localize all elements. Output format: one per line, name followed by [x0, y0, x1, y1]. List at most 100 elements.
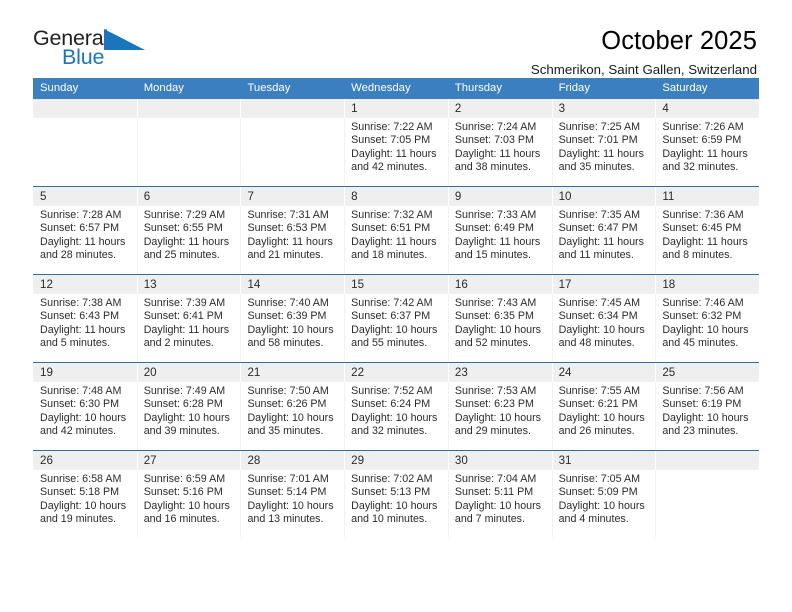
day-cell-10[interactable]: Sunrise: 7:35 AM Sunset: 6:47 PM Daylight:… — [551, 206, 656, 274]
day-cell-27[interactable]: Sunrise: 6:59 AM Sunset: 5:16 PM Daylight:… — [136, 470, 241, 538]
day-cell-23[interactable]: Sunrise: 7:53 AM Sunset: 6:23 PM Daylight:… — [447, 382, 552, 450]
day-detail-line: Daylight: 11 hours — [247, 235, 333, 248]
day-number-7[interactable]: 7 — [240, 187, 344, 206]
day-cell-3[interactable]: Sunrise: 7:25 AM Sunset: 7:01 PM Daylight:… — [551, 118, 656, 186]
day-number-19[interactable]: 19 — [33, 363, 137, 382]
day-number-14[interactable]: 14 — [240, 275, 344, 294]
brand-name-blue: Blue — [62, 45, 105, 69]
day-cell-5[interactable]: Sunrise: 7:28 AM Sunset: 6:57 PM Daylight:… — [33, 206, 137, 274]
day-number-28[interactable]: 28 — [240, 451, 344, 470]
day-detail-line: Sunrise: 7:38 AM — [40, 297, 122, 309]
day-cell-empty — [655, 470, 759, 538]
day-number-11[interactable]: 11 — [655, 187, 759, 206]
day-number-4[interactable]: 4 — [655, 99, 759, 118]
day-detail-line: and 58 minutes. — [247, 337, 324, 350]
day-cell-30[interactable]: Sunrise: 7:04 AM Sunset: 5:11 PM Daylight:… — [447, 470, 552, 538]
day-number-29[interactable]: 29 — [344, 451, 448, 470]
day-cell-11[interactable]: Sunrise: 7:36 AM Sunset: 6:45 PM Daylight:… — [655, 206, 759, 274]
calendar-page: General Blue October 2025 Schmerikon, Sa… — [0, 0, 792, 612]
day-detail-line: and 28 minutes. — [40, 249, 117, 262]
day-number-10[interactable]: 10 — [551, 187, 656, 206]
day-cell-29[interactable]: Sunrise: 7:02 AM Sunset: 5:13 PM Daylight:… — [344, 470, 448, 538]
day-detail-line: Sunrise: 7:35 AM — [558, 209, 640, 221]
day-number-5[interactable]: 5 — [33, 187, 137, 206]
day-number-9[interactable]: 9 — [447, 187, 552, 206]
day-cell-24[interactable]: Sunrise: 7:55 AM Sunset: 6:21 PM Daylight:… — [551, 382, 656, 450]
day-cell-21[interactable]: Sunrise: 7:50 AM Sunset: 6:26 PM Daylight:… — [240, 382, 344, 450]
day-cell-1[interactable]: Sunrise: 7:22 AM Sunset: 7:05 PM Daylight:… — [344, 118, 448, 186]
day-number-21[interactable]: 21 — [240, 363, 344, 382]
day-number-12[interactable]: 12 — [33, 275, 137, 294]
day-number-30[interactable]: 30 — [447, 451, 552, 470]
day-detail-line: and 23 minutes. — [662, 425, 739, 438]
day-detail-line: Sunrise: 7:53 AM — [454, 385, 537, 397]
day-detail-line: Sunrise: 7:46 AM — [662, 297, 744, 309]
day-number-2[interactable]: 2 — [447, 99, 552, 118]
day-cell-6[interactable]: Sunrise: 7:29 AM Sunset: 6:55 PM Daylight:… — [136, 206, 241, 274]
day-cell-12[interactable]: Sunrise: 7:38 AM Sunset: 6:43 PM Daylight:… — [33, 294, 137, 362]
week-row: 5 6 7 8 9 10 11 Sunrise: 7:28 AM Sunset: 6:57 PM… — [33, 186, 759, 274]
week-row: 12 13 14 15 16 17 18 Sunrise: 7:38 AM Sunset: 6:… — [33, 274, 759, 362]
day-cell-18[interactable]: Sunrise: 7:46 AM Sunset: 6:32 PM Daylight:… — [655, 294, 759, 362]
day-cell-8[interactable]: Sunrise: 7:32 AM Sunset: 6:51 PM Daylight:… — [344, 206, 448, 274]
day-detail-line: and 35 minutes. — [247, 425, 324, 438]
day-cell-4[interactable]: Sunrise: 7:26 AM Sunset: 6:59 PM Daylight:… — [655, 118, 759, 186]
day-cell-26[interactable]: Sunrise: 6:58 AM Sunset: 5:18 PM Daylight:… — [33, 470, 137, 538]
day-number-24[interactable]: 24 — [551, 363, 656, 382]
day-detail-line: Daylight: 11 hours — [351, 147, 437, 160]
day-detail-line: Sunrise: 7:31 AM — [247, 209, 329, 221]
day-cell-20[interactable]: Sunrise: 7:49 AM Sunset: 6:28 PM Daylight:… — [136, 382, 241, 450]
day-cell-13[interactable]: Sunrise: 7:39 AM Sunset: 6:41 PM Daylight:… — [136, 294, 241, 362]
day-detail-line: Sunrise: 6:58 AM — [40, 473, 122, 485]
day-cell-28[interactable]: Sunrise: 7:01 AM Sunset: 5:14 PM Daylight:… — [240, 470, 344, 538]
day-detail-line: Sunset: 6:23 PM — [454, 398, 534, 411]
day-detail-line: Sunset: 6:43 PM — [40, 310, 120, 323]
day-number-13[interactable]: 13 — [136, 275, 241, 294]
title-block: October 2025 Schmerikon, Saint Gallen, S… — [531, 26, 759, 80]
day-number-3[interactable]: 3 — [551, 99, 656, 118]
day-cell-2[interactable]: Sunrise: 7:24 AM Sunset: 7:03 PM Daylight:… — [447, 118, 552, 186]
day-number-25[interactable]: 25 — [655, 363, 759, 382]
day-detail-line: and 42 minutes. — [351, 161, 428, 174]
day-detail-line: and 38 minutes. — [454, 161, 531, 174]
day-number-8[interactable]: 8 — [344, 187, 448, 206]
day-number-22[interactable]: 22 — [344, 363, 448, 382]
day-cell-16[interactable]: Sunrise: 7:43 AM Sunset: 6:35 PM Daylight:… — [447, 294, 552, 362]
day-detail-line: Daylight: 10 hours — [558, 411, 645, 424]
day-cell-25[interactable]: Sunrise: 7:56 AM Sunset: 6:19 PM Daylight:… — [655, 382, 759, 450]
day-detail-line: and 10 minutes. — [351, 513, 428, 526]
day-detail-line: Daylight: 10 hours — [40, 499, 127, 512]
day-number-6[interactable]: 6 — [136, 187, 241, 206]
day-cell-19[interactable]: Sunrise: 7:48 AM Sunset: 6:30 PM Daylight:… — [33, 382, 137, 450]
day-number-18[interactable]: 18 — [655, 275, 759, 294]
day-number-31[interactable]: 31 — [551, 451, 656, 470]
brand-logo[interactable]: General Blue — [33, 26, 151, 74]
day-detail-line: Sunset: 6:35 PM — [454, 310, 534, 323]
day-number-23[interactable]: 23 — [447, 363, 552, 382]
page-title: October 2025 — [601, 27, 757, 55]
day-cell-22[interactable]: Sunrise: 7:52 AM Sunset: 6:24 PM Daylight:… — [344, 382, 448, 450]
day-number-1[interactable]: 1 — [344, 99, 448, 118]
day-cell-7[interactable]: Sunrise: 7:31 AM Sunset: 6:53 PM Daylight:… — [240, 206, 344, 274]
day-cell-17[interactable]: Sunrise: 7:45 AM Sunset: 6:34 PM Daylight:… — [551, 294, 656, 362]
day-number-27[interactable]: 27 — [136, 451, 241, 470]
day-detail-line: and 7 minutes. — [454, 513, 525, 526]
day-number-26[interactable]: 26 — [33, 451, 137, 470]
day-detail-line: and 45 minutes. — [662, 337, 739, 350]
day-detail-line: Daylight: 10 hours — [558, 499, 645, 512]
day-number-empty — [136, 99, 241, 118]
day-detail-line: Daylight: 10 hours — [454, 411, 542, 424]
day-number-15[interactable]: 15 — [344, 275, 448, 294]
day-detail-line: Daylight: 10 hours — [454, 323, 542, 336]
day-detail-line: and 39 minutes. — [143, 425, 220, 438]
day-cell-9[interactable]: Sunrise: 7:33 AM Sunset: 6:49 PM Daylight:… — [447, 206, 552, 274]
day-number-17[interactable]: 17 — [551, 275, 656, 294]
day-cell-14[interactable]: Sunrise: 7:40 AM Sunset: 6:39 PM Daylight:… — [240, 294, 344, 362]
day-number-16[interactable]: 16 — [447, 275, 552, 294]
day-cell-31[interactable]: Sunrise: 7:05 AM Sunset: 5:09 PM Daylight:… — [551, 470, 656, 538]
day-cell-15[interactable]: Sunrise: 7:42 AM Sunset: 6:37 PM Daylight:… — [344, 294, 448, 362]
day-detail-line: Sunrise: 7:50 AM — [247, 385, 329, 397]
day-detail-line: Daylight: 10 hours — [454, 499, 542, 512]
day-detail-line: and 16 minutes. — [143, 513, 220, 526]
day-number-20[interactable]: 20 — [136, 363, 241, 382]
